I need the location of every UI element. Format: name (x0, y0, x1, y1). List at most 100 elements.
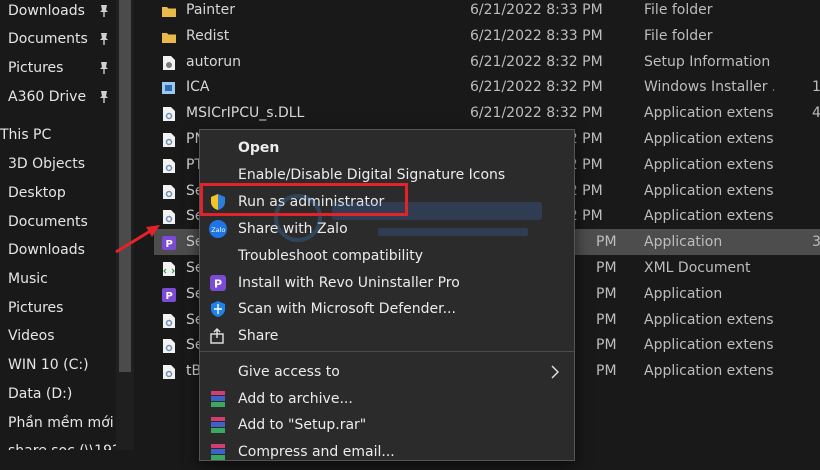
dll-icon (162, 337, 176, 354)
file-date: PM (596, 363, 617, 380)
file-size: 1 (812, 79, 820, 96)
file-type: Setup Information (644, 53, 771, 70)
nav-item[interactable]: 3D Objects (0, 151, 116, 177)
menu-item[interactable]: Share (200, 323, 574, 349)
defender-shield-icon (209, 300, 227, 318)
file-name: ICA (186, 79, 210, 96)
nav-item[interactable]: This PC (0, 122, 116, 148)
file-name: autorun (186, 53, 242, 70)
file-type: Application extens... (644, 182, 774, 199)
dll-icon (162, 131, 176, 147)
pin-icon (100, 33, 108, 45)
nav-item[interactable]: WIN 10 (C:) (0, 352, 116, 378)
navigation-pane: Downloads Documents Pictures A360 Drive This… (0, 0, 116, 450)
menu-item-label: Give access to (238, 364, 340, 380)
chevron-right-icon (551, 365, 559, 379)
menu-item[interactable]: Add to archive... (200, 386, 574, 412)
file-type: XML Document (644, 260, 751, 276)
menu-item-label: Compress and email... (238, 444, 395, 460)
nav-item-label: WIN 10 (C:) (8, 357, 89, 373)
file-date: 6/21/2022 8:33 PM (470, 2, 603, 18)
nav-item[interactable]: Pictures (0, 55, 116, 81)
app-icon: P (162, 234, 176, 251)
menu-item[interactable]: Give access to (200, 359, 574, 385)
winrar-icon (209, 390, 227, 408)
winrar-icon (209, 416, 227, 434)
nav-item[interactable]: share soc (\\192 (0, 438, 116, 450)
nav-item-label: Downloads (8, 3, 85, 19)
nav-item[interactable]: Pictures (0, 295, 116, 321)
svg-text:P: P (214, 278, 222, 291)
nav-item[interactable]: Music (0, 266, 116, 292)
nav-item[interactable]: Documents (0, 26, 116, 52)
zalo-icon: Zalo (209, 220, 227, 238)
file-date: PM (596, 337, 617, 354)
file-type: Application extens... (644, 156, 774, 173)
dll-icon (162, 208, 176, 225)
file-name: Redist (186, 27, 230, 44)
nav-item-label: This PC (0, 127, 52, 143)
nav-item[interactable]: Documents (0, 209, 116, 235)
file-row[interactable]: autorun 6/21/2022 8:32 PM Setup Informatio… (154, 49, 820, 75)
file-size: 3 (812, 234, 820, 251)
menu-item-label: Add to archive... (238, 391, 353, 407)
file-type: Windows Installer ... (644, 79, 774, 96)
folder-icon (162, 28, 176, 44)
nav-item[interactable]: Downloads (0, 237, 116, 263)
file-row[interactable]: MSICrIPCU_s.DLL 6/21/2022 8:32 PM Applicat… (154, 100, 820, 126)
file-type: Application extens... (644, 208, 774, 225)
svg-text:P: P (166, 291, 173, 302)
nav-item-label: Pictures (8, 60, 64, 76)
setup-info-icon (162, 54, 176, 70)
dll-icon (162, 363, 176, 380)
file-date: 6/21/2022 8:32 PM (470, 79, 603, 96)
menu-item-label: Open (238, 140, 280, 156)
nav-item-label: Phần mềm mới Il (8, 415, 116, 431)
menu-item[interactable]: Add to "Setup.rar" (200, 412, 574, 438)
menu-item[interactable]: Open (200, 135, 574, 161)
file-date: 6/21/2022 8:33 PM (470, 27, 603, 44)
context-menu: Open Enable/Disable Digital Signature Ico… (199, 129, 575, 461)
file-row[interactable]: Redist 6/21/2022 8:33 PM File folder (154, 23, 820, 49)
revo-uninstaller-icon: P (209, 274, 227, 292)
scrollbar-thumb[interactable] (119, 0, 131, 372)
nav-item[interactable]: A360 Drive (0, 84, 116, 110)
menu-item[interactable]: Scan with Microsoft Defender... (200, 296, 574, 322)
menu-separator (200, 351, 574, 352)
nav-item[interactable]: Desktop (0, 180, 116, 206)
xml-icon (162, 260, 176, 276)
file-row[interactable]: Painter 6/21/2022 8:33 PM File folder (154, 0, 820, 23)
file-name: MSICrIPCU_s.DLL (186, 105, 305, 122)
nav-item[interactable]: Downloads (0, 0, 116, 24)
file-type: Application extens... (644, 105, 774, 122)
file-size: 4 (812, 105, 820, 122)
nav-item-label: A360 Drive (8, 89, 87, 105)
file-type: File folder (644, 2, 713, 18)
dll-icon (162, 105, 176, 122)
nav-item-label: Music (8, 271, 48, 287)
dll-icon (162, 312, 176, 328)
file-type: Application extens... (644, 363, 774, 380)
share-icon (209, 327, 227, 345)
menu-item[interactable]: P Install with Revo Uninstaller Pro (200, 270, 574, 296)
nav-item-label: Documents (8, 214, 88, 230)
pin-icon (100, 62, 108, 74)
nav-item[interactable]: Phần mềm mới Il (0, 410, 116, 436)
dll-icon (162, 183, 176, 199)
file-type: File folder (644, 27, 713, 44)
menu-item-label: Share (238, 328, 279, 344)
winrar-icon (209, 443, 227, 461)
svg-text:P: P (166, 239, 173, 250)
file-date: PM (596, 285, 617, 302)
pin-icon (100, 91, 108, 103)
nav-item[interactable]: Videos (0, 323, 116, 349)
file-type: Application extens... (644, 337, 774, 354)
file-row[interactable]: ICA 6/21/2022 8:32 PM Windows Installer ..… (154, 74, 820, 100)
menu-item[interactable]: Compress and email... (200, 439, 574, 465)
nav-item[interactable]: Data (D:) (0, 381, 116, 407)
file-date: 6/21/2022 8:32 PM (470, 53, 603, 70)
pin-icon (100, 5, 108, 17)
menu-item-label: Add to "Setup.rar" (238, 417, 367, 433)
nav-item-label: Downloads (8, 242, 85, 258)
nav-item-label: 3D Objects (8, 156, 86, 172)
